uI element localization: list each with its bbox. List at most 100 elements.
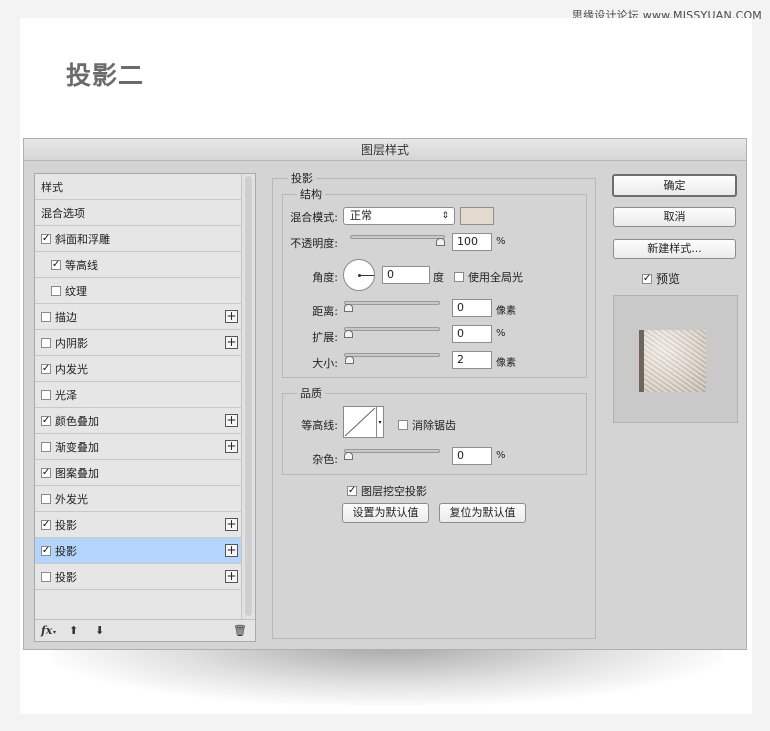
make-default-button[interactable]: 设置为默认值 (342, 503, 429, 523)
layer-style-dialog: 图层样式 样式 混合选项 ✓ 斜面和浮雕 ✓ 等高线 纹理 描边 + 内阴影 + ✓ 内发光 光泽 ✓ 颜色叠… (23, 138, 747, 650)
style-checkbox[interactable]: ✓ (51, 259, 61, 270)
distance-input[interactable]: 0 (452, 299, 492, 317)
style-checkbox[interactable]: ✓ (41, 363, 51, 374)
blend-mode-select[interactable]: 正常 ⇕ (343, 207, 455, 225)
style-list-item[interactable]: ✓ 图案叠加 (35, 460, 242, 486)
distance-label: 距离: (312, 305, 338, 318)
ok-button[interactable]: 确定 (612, 174, 737, 197)
preview-option[interactable]: ✓ 预览 (642, 270, 680, 287)
anti-alias-option[interactable]: 消除锯齿 (398, 417, 456, 433)
style-list-item[interactable]: ✓ 颜色叠加 + (35, 408, 242, 434)
style-checkbox[interactable]: ✓ (41, 519, 51, 530)
dialog-shadow (52, 645, 722, 705)
spread-slider-thumb[interactable] (344, 330, 353, 338)
contour-dropdown-arrow-icon[interactable]: ▾ (377, 406, 384, 438)
reset-default-button[interactable]: 复位为默认值 (439, 503, 526, 523)
opacity-input[interactable]: 100 (452, 233, 492, 251)
dialog-title: 图层样式 (24, 139, 746, 161)
style-checkbox[interactable] (41, 493, 51, 504)
knockout-option[interactable]: ✓ 图层挖空投影 (347, 483, 427, 499)
distance-unit: 像素 (496, 306, 516, 317)
spread-slider[interactable] (344, 327, 440, 331)
style-list-item[interactable]: ✓ 内发光 (35, 356, 242, 382)
anti-alias-checkbox[interactable] (398, 420, 408, 430)
angle-input[interactable]: 0 (382, 266, 430, 284)
spread-input[interactable]: 0 (452, 325, 492, 343)
style-list-item[interactable]: ✓ 等高线 (35, 252, 242, 278)
style-list-scrollbar[interactable] (241, 174, 255, 619)
angle-dial[interactable] (343, 259, 375, 291)
angle-dial-indicator (359, 275, 374, 276)
style-list-item[interactable]: 样式 (35, 174, 242, 200)
style-list-item[interactable]: 渐变叠加 + (35, 434, 242, 460)
style-checkbox[interactable] (41, 389, 51, 400)
style-list-item[interactable]: ✓ 投影 + (35, 538, 242, 564)
structure-title: 结构 (297, 186, 325, 202)
cancel-button[interactable]: 取消 (613, 207, 736, 227)
style-checkbox[interactable]: ✓ (41, 545, 51, 556)
style-list-item-label: 投影 (55, 518, 77, 532)
style-list-item[interactable]: 光泽 (35, 382, 242, 408)
scrollbar-thumb[interactable] (245, 176, 252, 616)
style-list-item-label: 样式 (41, 180, 63, 194)
opacity-slider-thumb[interactable] (436, 238, 445, 246)
style-list-item[interactable]: 描边 + (35, 304, 242, 330)
knockout-label: 图层挖空投影 (361, 485, 427, 498)
trash-icon[interactable]: 🗑 (233, 624, 247, 637)
opacity-slider[interactable] (350, 235, 445, 239)
noise-label: 杂色: (312, 453, 338, 466)
angle-dial-center (358, 274, 361, 277)
style-list-item[interactable]: 纹理 (35, 278, 242, 304)
add-effect-icon[interactable]: + (225, 544, 238, 557)
noise-input[interactable]: 0 (452, 447, 492, 465)
style-list-item-label: 描边 (55, 310, 77, 324)
style-checkbox[interactable] (51, 285, 61, 296)
add-effect-icon[interactable]: + (225, 336, 238, 349)
add-effect-icon[interactable]: + (225, 440, 238, 453)
size-slider-thumb[interactable] (344, 356, 354, 364)
distance-slider-thumb[interactable] (344, 304, 353, 312)
arrow-down-icon[interactable]: ⬇ (95, 624, 104, 637)
style-list-item[interactable]: 混合选项 (35, 200, 242, 226)
style-list-item[interactable]: ✓ 斜面和浮雕 (35, 226, 242, 252)
noise-slider-thumb[interactable] (344, 452, 353, 460)
style-list-item[interactable]: 投影 + (35, 564, 242, 590)
arrow-up-icon[interactable]: ⬆ (69, 624, 78, 637)
global-light-checkbox[interactable] (454, 272, 464, 282)
style-list-item[interactable]: 内阴影 + (35, 330, 242, 356)
contour-picker[interactable] (343, 406, 377, 438)
fx-menu-arrow-icon[interactable]: ▾ (53, 629, 56, 636)
angle-unit: 度 (433, 271, 444, 284)
blend-mode-label: 混合模式: (290, 211, 338, 224)
preview-checkbox[interactable]: ✓ (642, 273, 652, 284)
size-slider[interactable] (344, 353, 440, 357)
style-list-item[interactable]: ✓ 投影 + (35, 512, 242, 538)
size-input[interactable]: 2 (452, 351, 492, 369)
distance-slider[interactable] (344, 301, 440, 305)
add-effect-icon[interactable]: + (225, 310, 238, 323)
add-effect-icon[interactable]: + (225, 570, 238, 583)
size-unit: 像素 (496, 358, 516, 369)
noise-slider[interactable] (344, 449, 440, 453)
style-checkbox[interactable] (41, 441, 51, 452)
add-effect-icon[interactable]: + (225, 518, 238, 531)
preview-label: 预览 (656, 272, 681, 286)
style-list-item-label: 等高线 (65, 258, 98, 272)
style-checkbox[interactable]: ✓ (41, 233, 51, 244)
shadow-color-swatch[interactable] (460, 207, 494, 225)
fx-icon[interactable]: fx (41, 624, 52, 637)
add-effect-icon[interactable]: + (225, 414, 238, 427)
knockout-checkbox[interactable]: ✓ (347, 486, 357, 496)
style-list-item-label: 外发光 (55, 492, 88, 506)
noise-unit: % (496, 450, 506, 461)
style-checkbox[interactable] (41, 337, 51, 348)
page-title: 投影二 (66, 61, 145, 90)
style-list-item[interactable]: 外发光 (35, 486, 242, 512)
style-checkbox[interactable] (41, 571, 51, 582)
style-checkbox[interactable]: ✓ (41, 415, 51, 426)
style-list-item-label: 光泽 (55, 388, 77, 402)
global-light-option[interactable]: 使用全局光 (454, 269, 523, 285)
style-checkbox[interactable]: ✓ (41, 467, 51, 478)
style-checkbox[interactable] (41, 311, 51, 322)
new-style-button[interactable]: 新建样式... (613, 239, 736, 259)
